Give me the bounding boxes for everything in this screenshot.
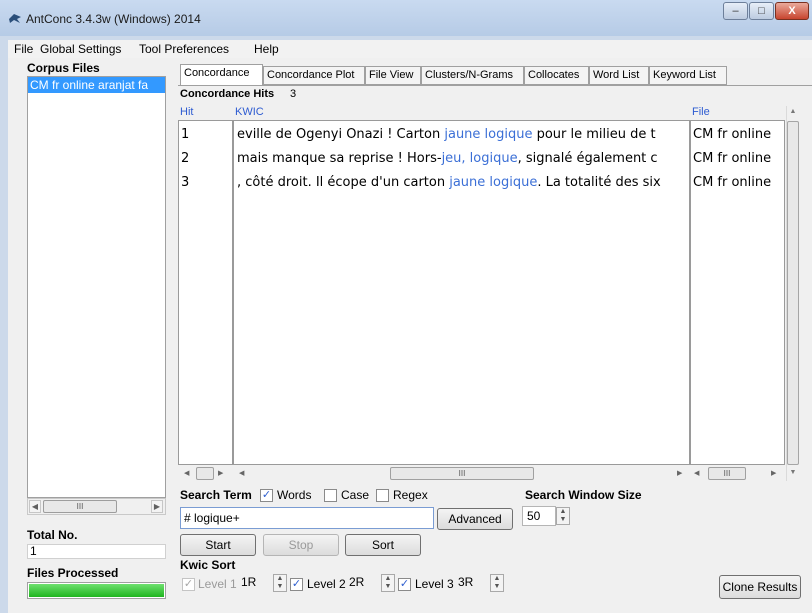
- menu-tool-preferences[interactable]: Tool Preferences: [139, 42, 229, 56]
- case-label: Case: [341, 488, 370, 502]
- row-hit-3[interactable]: 3: [181, 172, 229, 194]
- file-hscrollbar[interactable]: ◀ III ▶: [690, 466, 785, 481]
- clone-results-button[interactable]: Clone Results: [719, 575, 801, 599]
- row-kwic-1[interactable]: eville de Ogenyi Onazi ! Carton jaune lo…: [237, 124, 688, 146]
- scroll-right-icon[interactable]: ▶: [771, 469, 776, 477]
- tab-collocates[interactable]: Collocates: [524, 66, 589, 85]
- files-processed-progress: [27, 582, 166, 599]
- tab-concordance-plot[interactable]: Concordance Plot: [263, 66, 365, 85]
- level3-value[interactable]: 3R: [458, 575, 473, 589]
- kwic-keyword[interactable]: jaune logique: [449, 175, 537, 190]
- row-kwic-2[interactable]: mais manque sa reprise ! Hors-jeu, logiq…: [237, 148, 688, 170]
- row-hit-1[interactable]: 1: [181, 124, 229, 146]
- level1-label: Level 1: [198, 577, 237, 591]
- scroll-left-icon[interactable]: ◀: [29, 500, 41, 513]
- level2-spinner-icon[interactable]: ▲ ▼: [381, 574, 395, 592]
- scroll-down-icon[interactable]: ▼: [788, 469, 798, 479]
- stop-button[interactable]: Stop: [263, 534, 339, 556]
- menu-help[interactable]: Help: [254, 42, 279, 56]
- words-checkbox[interactable]: ✓: [260, 489, 273, 502]
- regex-label: Regex: [393, 488, 428, 502]
- file-scroll-thumb[interactable]: III: [708, 467, 746, 480]
- menu-global-settings[interactable]: Global Settings: [40, 42, 121, 56]
- total-no-value: 1: [27, 544, 166, 559]
- hit-hscrollbar[interactable]: ◀ ▶: [178, 466, 233, 481]
- row-file-3[interactable]: CM fr online: [693, 172, 783, 194]
- column-hit[interactable]: Hit: [180, 106, 193, 118]
- menu-file[interactable]: File: [14, 42, 33, 56]
- case-checkbox[interactable]: [324, 489, 337, 502]
- sort-button[interactable]: Sort: [345, 534, 421, 556]
- kwic-right-context: pour le milieu de t: [532, 127, 656, 142]
- start-button[interactable]: Start: [180, 534, 256, 556]
- minimize-button[interactable]: –: [723, 2, 748, 20]
- corpus-file-item[interactable]: CM fr online aranjat fa: [28, 77, 165, 93]
- search-window-size-label: Search Window Size: [525, 488, 642, 502]
- concordance-hits-label: Concordance Hits: [180, 88, 275, 100]
- progress-fill: [29, 584, 164, 597]
- row-hit-2[interactable]: 2: [181, 148, 229, 170]
- words-label: Words: [277, 488, 312, 502]
- tab-keyword-list[interactable]: Keyword List: [649, 66, 727, 85]
- row-file-2[interactable]: CM fr online: [693, 148, 783, 170]
- level1-spinner-icon[interactable]: ▲ ▼: [273, 574, 287, 592]
- regex-checkbox[interactable]: [376, 489, 389, 502]
- level2-checkbox[interactable]: ✓: [290, 578, 303, 591]
- scroll-thumb[interactable]: [196, 467, 214, 480]
- corpus-files-header: Corpus Files: [27, 61, 100, 75]
- scroll-right-icon[interactable]: ▶: [151, 500, 163, 513]
- level2-value[interactable]: 2R: [349, 575, 364, 589]
- tab-file-view[interactable]: File View: [365, 66, 421, 85]
- kwic-keyword[interactable]: jeu, logique: [442, 151, 518, 166]
- level1-checkbox[interactable]: ✓: [182, 578, 195, 591]
- search-term-label: Search Term: [180, 488, 252, 502]
- maximize-button[interactable]: □: [749, 2, 774, 20]
- kwic-left-context: eville de Ogenyi Onazi ! Carton: [237, 127, 445, 142]
- level2-label: Level 2: [307, 577, 346, 591]
- sidebar-scroll-thumb[interactable]: III: [43, 500, 117, 513]
- search-input[interactable]: # logique+: [180, 507, 434, 529]
- level3-label: Level 3: [415, 577, 454, 591]
- files-processed-label: Files Processed: [27, 566, 119, 580]
- level1-value[interactable]: 1R: [241, 575, 256, 589]
- column-kwic[interactable]: KWIC: [235, 106, 264, 118]
- scroll-up-icon[interactable]: ▲: [788, 108, 798, 118]
- concordance-hits-count: 3: [290, 88, 297, 100]
- row-kwic-3[interactable]: , côté droit. Il écope d'un carton jaune…: [237, 172, 688, 194]
- scroll-left-icon[interactable]: ◀: [184, 469, 189, 477]
- vscroll-thumb[interactable]: [787, 121, 799, 465]
- total-no-label: Total No.: [27, 528, 78, 542]
- column-file[interactable]: File: [692, 106, 710, 118]
- menu-bar: [8, 40, 812, 58]
- level3-checkbox[interactable]: ✓: [398, 578, 411, 591]
- tab-concordance[interactable]: Concordance: [180, 64, 263, 86]
- kwic-sort-label: Kwic Sort: [180, 558, 236, 572]
- kwic-left-context: , côté droit. Il écope d'un carton: [237, 175, 450, 190]
- kwic-right-context: , signalé également c: [517, 151, 658, 166]
- kwic-scroll-thumb[interactable]: III: [390, 467, 534, 480]
- kwic-right-context: . La totalité des six: [537, 175, 661, 190]
- level3-spinner-icon[interactable]: ▲ ▼: [490, 574, 504, 592]
- scroll-left-icon[interactable]: ◀: [239, 469, 244, 477]
- scroll-right-icon[interactable]: ▶: [677, 469, 682, 477]
- corpus-file-list[interactable]: [27, 76, 166, 498]
- close-button[interactable]: X: [775, 2, 809, 20]
- scroll-left-icon[interactable]: ◀: [694, 469, 699, 477]
- kwic-left-context: mais manque sa reprise ! Hors-: [237, 151, 442, 166]
- search-window-size-input[interactable]: 50: [522, 506, 556, 526]
- advanced-button[interactable]: Advanced: [437, 508, 513, 530]
- row-file-1[interactable]: CM fr online: [693, 124, 783, 146]
- window-title: AntConc 3.4.3w (Windows) 2014: [26, 12, 201, 26]
- spinner-updown-icon[interactable]: ▲ ▼: [556, 507, 570, 525]
- kwic-keyword[interactable]: jaune logique: [444, 127, 532, 142]
- app-icon: [8, 11, 22, 25]
- scroll-right-icon[interactable]: ▶: [218, 469, 223, 477]
- tab-clusters[interactable]: Clusters/N-Grams: [421, 66, 524, 85]
- kwic-hscrollbar[interactable]: ◀ III ▶: [233, 466, 690, 481]
- tab-word-list[interactable]: Word List: [589, 66, 649, 85]
